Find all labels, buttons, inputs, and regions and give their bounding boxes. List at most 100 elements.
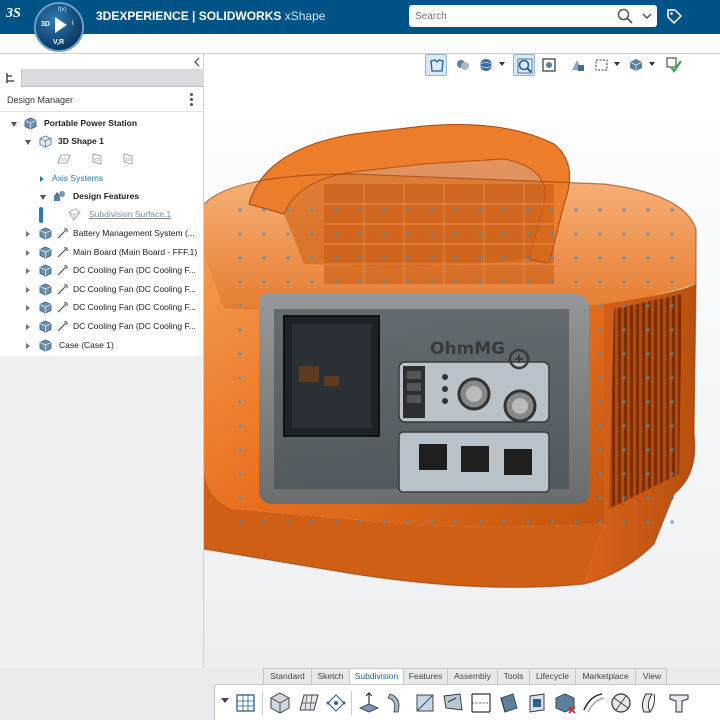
expand-arrow-icon[interactable] — [25, 140, 31, 145]
cube-view-icon — [629, 59, 643, 71]
smooth-button[interactable] — [636, 690, 662, 716]
subdivision-plane-button[interactable] — [296, 690, 322, 716]
search-input[interactable] — [415, 8, 605, 24]
dassault-logo[interactable]: 3S — [6, 6, 28, 26]
expand-arrow-icon[interactable] — [11, 122, 17, 127]
tab-marketplace[interactable]: Marketplace — [576, 669, 636, 684]
more-options-icon[interactable] — [190, 93, 194, 107]
flexible-link-icon — [57, 265, 68, 276]
tree-node-root[interactable]: Portable Power Station — [0, 116, 204, 132]
tab-view[interactable]: View — [636, 669, 668, 684]
design-manager-header: Design Manager — [0, 88, 204, 112]
delete-face-button[interactable] — [552, 690, 578, 716]
tab-tools[interactable]: Tools — [498, 669, 530, 684]
bridge-button[interactable] — [468, 690, 494, 716]
tree-node-case[interactable]: Case (Case 1) — [0, 338, 204, 354]
tab-tree[interactable] — [0, 69, 22, 87]
3d-shape-icon — [39, 135, 52, 148]
top-bar: 3S 3DEXPERIENCE | SOLIDWORKS xShape — [0, 0, 720, 34]
section-view-button[interactable] — [538, 54, 560, 76]
zoom-area-button[interactable] — [513, 54, 535, 76]
weld-icon — [583, 693, 605, 713]
tree-node-subdivision-surface[interactable]: Subdivision Surface.1 — [0, 207, 204, 223]
tree-node-component[interactable]: DC Cooling Fan (DC Cooling F... — [0, 300, 204, 316]
compass-widget[interactable]: f(x) 3D i V,R — [34, 2, 84, 52]
vertex-icon — [326, 694, 346, 712]
tab-subdivision[interactable]: Subdivision — [350, 669, 404, 685]
zoom-area-icon — [517, 58, 533, 74]
chevron-down-icon[interactable] — [221, 698, 229, 703]
bend-button[interactable] — [384, 690, 410, 716]
symmetry-button[interactable] — [412, 690, 438, 716]
design-features-icon — [54, 191, 65, 201]
expand-arrow-icon[interactable] — [26, 287, 30, 293]
tab-lifecycle[interactable]: Lifecycle — [530, 669, 576, 684]
selection-box-icon — [595, 59, 608, 71]
tree-node-component[interactable]: Battery Management System (... — [0, 226, 204, 242]
view-mode-button[interactable] — [475, 54, 497, 76]
flexible-link-icon — [57, 321, 68, 332]
model-brand-label: OhmMG — [430, 339, 506, 359]
expand-arrow-icon[interactable] — [26, 343, 30, 349]
tree-node-axis-systems[interactable]: Axis Systems — [0, 171, 204, 187]
expand-arrow-icon[interactable] — [26, 250, 30, 256]
compass-3d-label: 3D — [41, 21, 50, 28]
expand-arrow-icon[interactable] — [26, 231, 30, 237]
primitive-button[interactable] — [233, 690, 259, 716]
weld-button[interactable] — [580, 690, 606, 716]
crease-button[interactable] — [440, 690, 466, 716]
tree-label-3d-shape: 3D Shape 1 — [58, 136, 104, 146]
check-button[interactable] — [663, 54, 685, 76]
chevron-left-icon[interactable] — [192, 56, 202, 68]
standard-views-button[interactable] — [625, 54, 647, 76]
expand-arrow-icon[interactable] — [26, 268, 30, 274]
grid-cube-icon — [236, 694, 255, 712]
selection-filter-button[interactable] — [591, 54, 613, 76]
tag-icon[interactable] — [666, 8, 682, 24]
chevron-down-icon[interactable] — [641, 9, 653, 23]
fill-button[interactable] — [524, 690, 550, 716]
tree-label-design-features: Design Features — [73, 191, 140, 201]
tree-node-3d-shape[interactable]: 3D Shape 1 — [0, 134, 204, 150]
compass-vr-label: V,R — [53, 39, 65, 46]
tree-node-component[interactable]: DC Cooling Fan (DC Cooling F... — [0, 282, 204, 298]
tree-label-component: Main Board (Main Board - FFF.1) — [73, 247, 198, 257]
subdivision-cube-button[interactable] — [267, 690, 293, 716]
product-icon — [24, 117, 37, 130]
power-station-model[interactable] — [204, 54, 720, 668]
expand-arrow-icon[interactable] — [26, 324, 30, 330]
chevron-down-icon[interactable] — [614, 62, 620, 66]
expand-arrow-icon[interactable] — [40, 176, 44, 182]
3d-viewport[interactable]: OhmMG — [204, 54, 720, 668]
tree-node-component[interactable]: Main Board (Main Board - FFF.1) — [0, 245, 204, 261]
fit-all-icon — [430, 59, 444, 72]
subdivision-cube-icon — [270, 692, 290, 714]
search-box — [409, 5, 657, 27]
tree-node-component[interactable]: DC Cooling Fan (DC Cooling F... — [0, 263, 204, 279]
tab-standard[interactable]: Standard — [264, 669, 312, 684]
expand-arrow-icon[interactable] — [26, 305, 30, 311]
tab-features[interactable]: Features — [404, 669, 448, 684]
chevron-down-icon[interactable] — [649, 62, 655, 66]
extrude-button[interactable] — [356, 690, 382, 716]
expand-arrow-icon[interactable] — [40, 195, 46, 200]
tree-node-component[interactable]: DC Cooling Fan (DC Cooling F... — [0, 319, 204, 335]
thicken-button[interactable] — [496, 690, 522, 716]
xy-plane-icon[interactable]: XY — [57, 153, 71, 165]
render-style-button[interactable] — [452, 54, 474, 76]
component-icon — [39, 283, 52, 296]
tab-assembly[interactable]: Assembly — [448, 669, 498, 684]
hide-show-button[interactable] — [566, 54, 588, 76]
zx-plane-icon[interactable]: ZX — [121, 153, 135, 165]
search-icon[interactable] — [617, 8, 633, 24]
fit-all-button[interactable] — [425, 54, 447, 76]
svg-text:ZX: ZX — [125, 157, 131, 162]
design-manager-panel: Design Manager Portable Power Station 3D… — [0, 54, 204, 668]
yz-plane-icon[interactable]: YZ — [90, 153, 104, 165]
sphere-primitive-button[interactable] — [608, 690, 634, 716]
chevron-down-icon[interactable] — [499, 62, 505, 66]
tree-node-design-features[interactable]: Design Features — [0, 189, 204, 205]
vertex-button[interactable] — [323, 690, 349, 716]
pipe-button[interactable] — [666, 690, 692, 716]
tab-sketch[interactable]: Sketch — [312, 669, 350, 684]
